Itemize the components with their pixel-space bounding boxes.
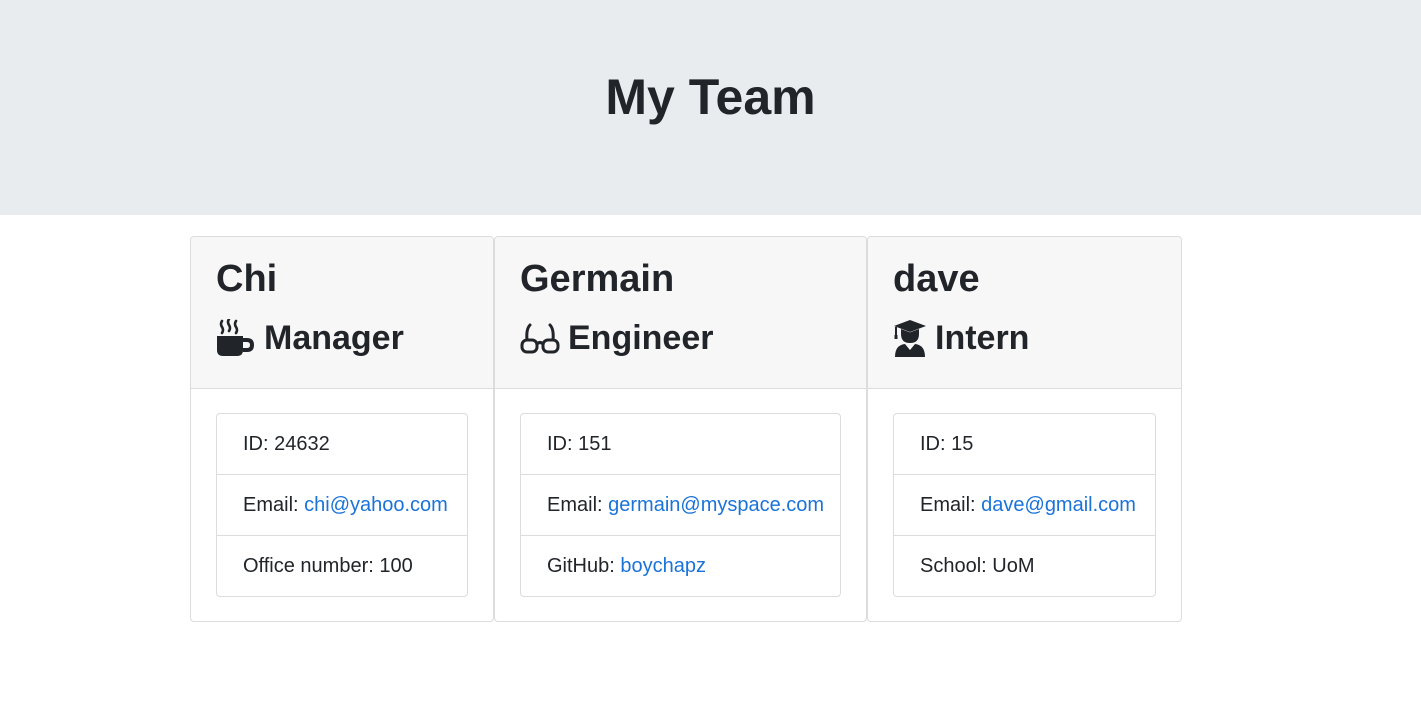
list-item-github: GitHub: boychapz	[521, 536, 840, 596]
email-label: Email:	[243, 494, 299, 516]
id-label: ID:	[547, 433, 573, 455]
email-link[interactable]: chi@yahoo.com	[304, 494, 448, 516]
employee-name: Germain	[520, 258, 675, 300]
role-label: Intern	[935, 319, 1030, 357]
id-value: 24632	[274, 433, 330, 455]
role-label: Engineer	[568, 319, 714, 357]
list-item-id: ID: 15	[894, 414, 1155, 475]
page-title: My Team	[605, 69, 816, 125]
list-item-id: ID: 151	[521, 414, 840, 475]
employee-role: Engineer	[520, 317, 713, 359]
id-label: ID:	[920, 433, 946, 455]
graduate-icon	[893, 319, 927, 357]
mug-icon	[216, 319, 256, 357]
card-header: dave Intern	[868, 237, 1181, 389]
list-item-email: Email: germain@myspace.com	[521, 475, 840, 536]
office-number-label: Office number:	[243, 555, 374, 577]
email-link[interactable]: germain@myspace.com	[608, 494, 824, 516]
github-link[interactable]: boychapz	[620, 555, 706, 577]
employee-name: dave	[893, 258, 980, 300]
list-item-email: Email: chi@yahoo.com	[217, 475, 467, 536]
employee-role: Intern	[893, 317, 1029, 359]
list-item-office-number: Office number: 100	[217, 536, 467, 596]
employee-name: Chi	[216, 258, 278, 300]
email-label: Email:	[920, 494, 976, 516]
glasses-icon	[520, 319, 560, 357]
list-item-school: School: UoM	[894, 536, 1155, 596]
office-number-value: 100	[379, 555, 413, 577]
email-link[interactable]: dave@gmail.com	[981, 494, 1136, 516]
team-header-banner: My Team	[0, 0, 1421, 215]
employee-details-list: ID: 15 Email: dave@gmail.com School: UoM	[893, 413, 1156, 597]
list-item-id: ID: 24632	[217, 414, 467, 475]
employee-card-intern: dave Intern ID: 15 Email: dave@gmail.com	[867, 236, 1182, 622]
list-item-email: Email: dave@gmail.com	[894, 475, 1155, 536]
github-label: GitHub:	[547, 555, 615, 577]
employee-role: Manager	[216, 317, 404, 359]
role-label: Manager	[264, 319, 404, 357]
email-label: Email:	[547, 494, 603, 516]
school-value: UoM	[992, 555, 1035, 577]
card-header: Chi Manager	[191, 237, 493, 389]
school-label: School:	[920, 555, 987, 577]
employee-card-manager: Chi Manager ID: 24632 Email: chi@yahoo.c…	[190, 236, 494, 622]
employee-details-list: ID: 151 Email: germain@myspace.com GitHu…	[520, 413, 841, 597]
employee-card-engineer: Germain Engineer ID: 151 Email: germain@…	[494, 236, 867, 622]
id-label: ID:	[243, 433, 269, 455]
id-value: 151	[578, 433, 612, 455]
id-value: 15	[951, 433, 974, 455]
card-header: Germain Engineer	[495, 237, 866, 389]
employee-details-list: ID: 24632 Email: chi@yahoo.com Office nu…	[216, 413, 468, 597]
